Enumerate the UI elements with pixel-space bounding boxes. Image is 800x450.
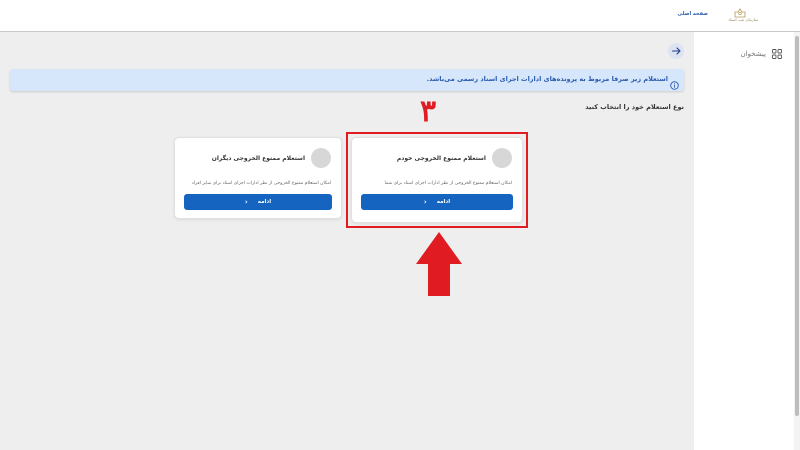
grid-icon [772,49,782,59]
chevron-left-icon: ‹ [244,197,248,206]
top-bar: سازمان ثبت اسناد صفحه اصلی [0,0,800,32]
highlight-box-annotation [346,132,528,228]
logo-text: سازمان ثبت اسناد [728,17,759,22]
sidebar: پیشخوان [694,32,794,450]
card-description: امکان استعلام ممنوع الخروجی از نظر ادارا… [191,181,331,186]
info-banner-text: استعلام زیر صرفا مربوط به پرونده‌های ادا… [426,75,668,83]
sidebar-item-dashboard[interactable]: پیشخوان [740,49,782,59]
card-title: استعلام ممنوع الخروجی دیگران [211,155,305,162]
vertical-scrollbar[interactable] [794,32,800,450]
step-number-annotation: ۳ [420,94,437,129]
button-label: ادامه [257,199,272,205]
section-label: نوع استعلام خود را انتخاب کنید [585,103,684,111]
card-avatar [311,148,331,168]
info-banner: استعلام زیر صرفا مربوط به پرونده‌های ادا… [10,69,684,91]
organization-logo[interactable]: سازمان ثبت اسناد [728,8,759,26]
inquiry-card-others[interactable]: استعلام ممنوع الخروجی دیگران امکان استعل… [174,137,342,219]
sidebar-item-label: پیشخوان [740,50,766,58]
scrollbar-thumb[interactable] [795,36,799,416]
info-icon [670,75,679,94]
continue-button-others[interactable]: ادامه ‹ [184,194,332,210]
up-arrow-annotation-icon [416,232,462,296]
back-button[interactable] [668,43,684,59]
home-link[interactable]: صفحه اصلی [678,11,708,17]
arrow-right-icon [671,47,681,55]
